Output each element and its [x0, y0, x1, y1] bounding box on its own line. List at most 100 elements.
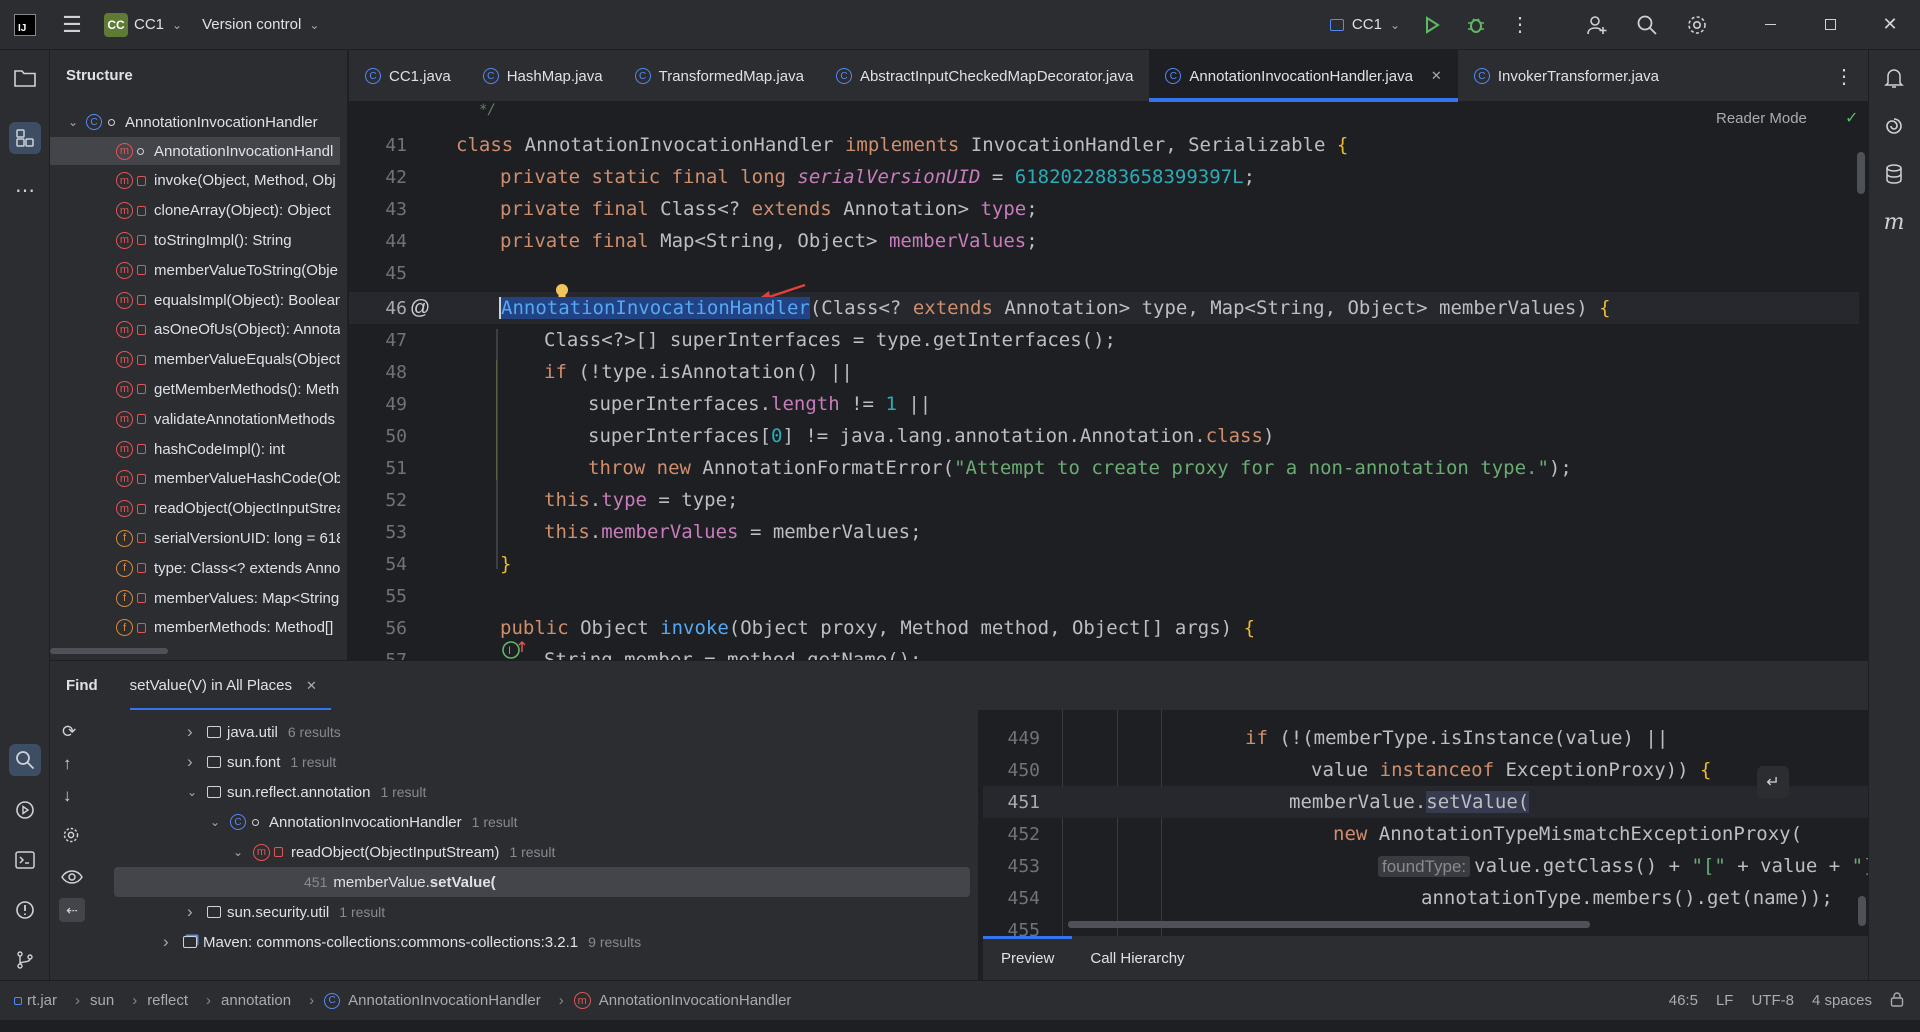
run-button[interactable] [1410, 0, 1454, 50]
structure-item[interactable]: f type: Class<? extends Annot [50, 554, 347, 582]
preview-vscroll-thumb[interactable] [1858, 896, 1866, 926]
file-encoding[interactable]: UTF-8 [1751, 992, 1794, 1009]
maven-button[interactable]: m [1878, 206, 1910, 238]
close-icon[interactable]: ✕ [306, 678, 317, 694]
close-icon[interactable]: ✕ [1431, 68, 1442, 84]
find-settings-button[interactable] [62, 826, 80, 848]
project-widget[interactable]: CC CC1 ⌄ [94, 0, 192, 50]
structure-tool-button[interactable] [9, 122, 41, 154]
breadcrumb-class[interactable]: C AnnotationInvocationHandler [324, 992, 541, 1009]
services-tool-button[interactable] [9, 794, 41, 826]
terminal-tool-button[interactable] [9, 844, 41, 876]
tab-call-hierarchy[interactable]: Call Hierarchy [1072, 936, 1202, 980]
code-token: superInterfaces[ [588, 425, 772, 447]
find-tree-node[interactable]: ⌄ m readObject(ObjectInputStream) 1 result [233, 837, 555, 867]
preview-hscroll-thumb[interactable] [1068, 921, 1590, 928]
find-tool-button[interactable] [9, 744, 41, 776]
find-tree-node[interactable]: ⌄ C AnnotationInvocationHandler 1 result [210, 807, 518, 837]
implementation-gutter-icon[interactable]: @ [409, 297, 431, 320]
usage-row[interactable]: 451 memberValue. setValue( [114, 867, 970, 897]
debug-button[interactable] [1454, 0, 1498, 50]
chevron-down-icon[interactable]: ⌄ [233, 845, 253, 859]
tabs-more-button[interactable]: ⋮ [1829, 62, 1859, 90]
structure-item[interactable]: m hashCodeImpl(): int [50, 435, 347, 463]
line-separator[interactable]: LF [1716, 992, 1734, 1009]
find-tree-node[interactable]: › java.util 6 results [187, 717, 341, 747]
structure-item[interactable]: m validateAnnotationMethods [50, 405, 347, 433]
more-tools-button[interactable]: ⋯ [9, 174, 41, 206]
structure-item[interactable]: m asOneOfUs(Object): Annotat [50, 316, 347, 344]
structure-item[interactable]: m readObject(ObjectInputStrea [50, 495, 347, 523]
find-tree-node[interactable]: ⌄ sun.reflect.annotation 1 result [187, 777, 426, 807]
breadcrumb-reflect[interactable]: reflect [147, 992, 188, 1009]
close-window-button[interactable]: ✕ [1860, 0, 1920, 50]
find-tree-node[interactable]: › Maven: commons-collections:commons-coll… [163, 927, 641, 957]
structure-item[interactable]: m memberValueHashCode(Ob [50, 465, 347, 493]
database-button[interactable] [1878, 158, 1910, 190]
next-occurrence-button[interactable]: ↓ [63, 786, 72, 806]
minimize-button[interactable] [1740, 0, 1800, 50]
preview-toggle-button[interactable] [61, 870, 83, 888]
chevron-right-icon[interactable]: › [163, 932, 183, 952]
tab-invokertransformer-java[interactable]: C InvokerTransformer.java [1458, 50, 1675, 102]
caret-position[interactable]: 46:5 [1669, 992, 1698, 1009]
structure-item[interactable]: m equalsImpl(Object): Boolean [50, 286, 347, 314]
structure-item[interactable]: f memberValues: Map<String, [50, 584, 347, 612]
read-only-toggle[interactable] [1890, 991, 1904, 1011]
project-tool-button[interactable] [9, 62, 41, 94]
splitter[interactable] [978, 710, 983, 980]
breadcrumb-sun[interactable]: sun [90, 992, 114, 1009]
structure-root[interactable]: ⌄ C AnnotationInvocationHandler [50, 108, 347, 136]
preview-code[interactable]: 449 if (!(memberType.isInstance(value) |… [983, 710, 1868, 936]
tab-transformedmap-java[interactable]: C TransformedMap.java [619, 50, 820, 102]
soft-wrap-button[interactable]: ↵ [1757, 766, 1789, 798]
structure-scrollbar[interactable] [340, 100, 347, 660]
structure-item[interactable]: m memberValueEquals(Object, [50, 346, 347, 374]
structure-item[interactable]: f serialVersionUID: long = 618 [50, 524, 347, 552]
structure-item[interactable]: m cloneArray(Object): Object [50, 197, 347, 225]
chevron-right-icon[interactable]: › [187, 902, 207, 922]
private-lock-icon [137, 175, 146, 186]
breadcrumb-rt-jar[interactable]: rt.jar [14, 992, 57, 1009]
structure-item[interactable]: m AnnotationInvocationHandl [50, 137, 347, 165]
git-tool-button[interactable] [9, 944, 41, 976]
more-actions-button[interactable]: ⋮ [1498, 0, 1542, 50]
breadcrumb-annotation[interactable]: annotation [221, 992, 291, 1009]
reader-mode-toggle[interactable]: Reader Mode [1716, 110, 1807, 127]
code-area[interactable]: */ Reader Mode ✓ 41 class AnnotationInvo… [349, 102, 1868, 660]
structure-item[interactable]: m toStringImpl(): String [50, 226, 347, 254]
structure-item[interactable]: f memberMethods: Method[] [50, 614, 347, 642]
structure-item[interactable]: m getMemberMethods(): Meth [50, 375, 347, 403]
previous-occurrence-button[interactable]: ↑ [63, 754, 72, 774]
chevron-right-icon[interactable]: › [187, 752, 207, 772]
structure-item[interactable]: m invoke(Object, Method, Obj [50, 167, 347, 195]
maximize-button[interactable] [1800, 0, 1860, 50]
problems-tool-button[interactable] [9, 894, 41, 926]
rerun-button[interactable]: ⟳ [62, 722, 76, 742]
tab-annotationinvocationhandler-java[interactable]: C AnnotationInvocationHandler.java ✕ [1149, 50, 1459, 102]
chevron-down-icon[interactable]: ⌄ [187, 785, 207, 799]
add-user-button[interactable] [1572, 0, 1622, 50]
tab-cc1-java[interactable]: C CC1.java [349, 50, 467, 102]
app-logo[interactable]: IJ [0, 0, 50, 50]
tab-preview[interactable]: Preview [983, 936, 1073, 980]
find-tree-node[interactable]: › sun.security.util 1 result [187, 897, 385, 927]
chevron-down-icon[interactable]: ⌄ [210, 815, 230, 829]
find-tree-node[interactable]: › sun.font 1 result [187, 747, 336, 777]
structure-hscroll-thumb[interactable] [50, 648, 168, 654]
vcs-widget[interactable]: Version control ⌄ [192, 0, 329, 50]
ai-assistant-button[interactable] [1878, 110, 1910, 142]
find-usage-tab[interactable]: setValue(V) in All Places ✕ [129, 661, 341, 711]
indent-setting[interactable]: 4 spaces [1812, 992, 1872, 1009]
tab-hashmap-java[interactable]: C HashMap.java [467, 50, 619, 102]
structure-item[interactable]: m memberValueToString(Obje [50, 256, 347, 284]
settings-button[interactable] [1672, 0, 1722, 50]
tab-abstractinputcheckedmapdecorator-java[interactable]: C AbstractInputCheckedMapDecorator.java [820, 50, 1149, 102]
run-config-selector[interactable]: CC1 ⌄ [1320, 0, 1410, 50]
notifications-button[interactable] [1878, 62, 1910, 94]
breadcrumb-constructor[interactable]: m AnnotationInvocationHandler [573, 992, 791, 1009]
group-toggle-button[interactable]: ⇠ [59, 898, 85, 922]
search-everywhere-button[interactable] [1622, 0, 1672, 50]
main-menu-button[interactable]: ☰ [50, 0, 94, 50]
chevron-right-icon[interactable]: › [187, 722, 207, 742]
